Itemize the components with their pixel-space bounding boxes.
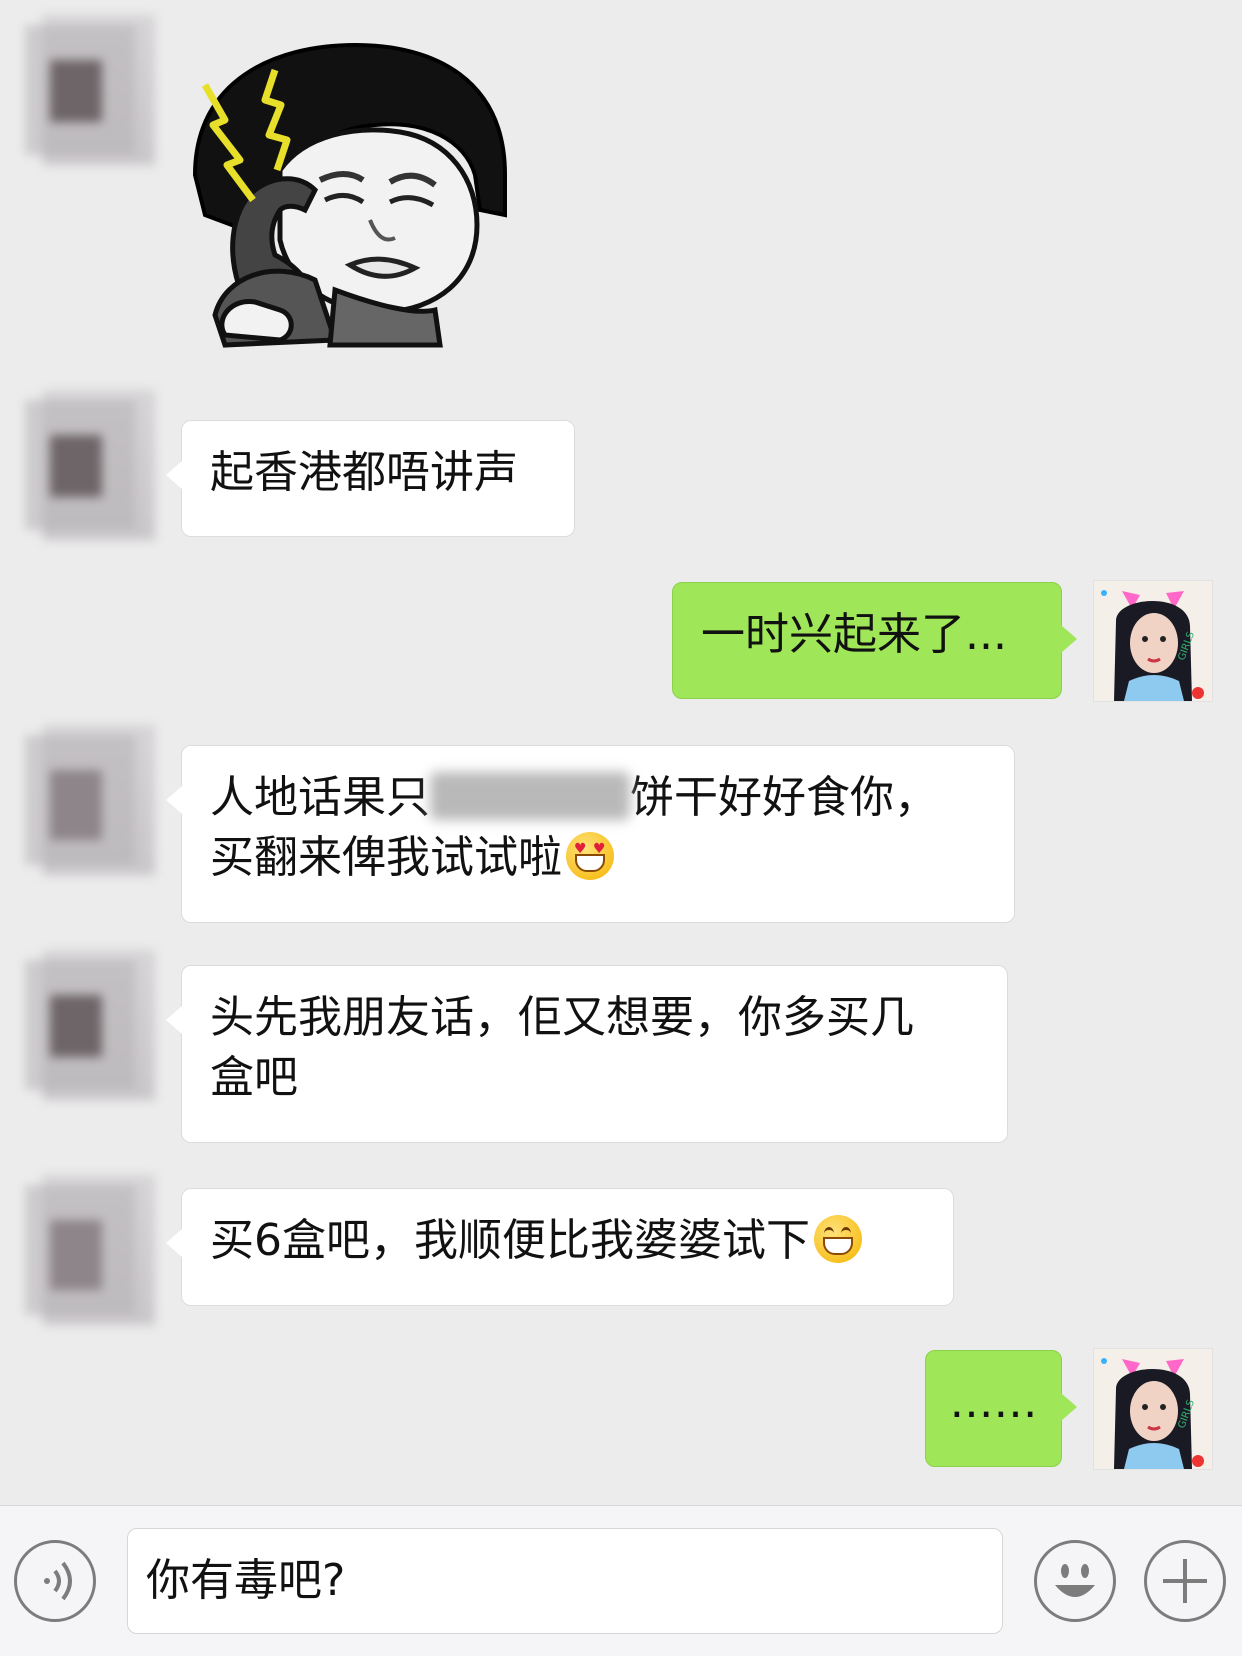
crying-bowlcut-phone-sticker[interactable] (185, 40, 525, 360)
heart-eyes-emoji: ♥ ♥ (566, 832, 614, 880)
message-text: …… (949, 1377, 1038, 1428)
message-text: 买翻来俾我试试啦 (210, 832, 562, 883)
contact-avatar[interactable] (5, 950, 155, 1100)
contact-avatar[interactable] (5, 15, 155, 165)
voice-icon (44, 1561, 72, 1601)
message-text: 盒吧 (210, 1052, 298, 1103)
contact-avatar[interactable] (5, 1175, 155, 1325)
message-input[interactable]: 你有毒吧? (127, 1528, 1003, 1634)
chat-history[interactable]: 起香港都唔讲声 一时兴起来了... GIRLS 人地话果只饼干好好食你， 买翻 (0, 0, 1242, 1505)
input-bar: 你有毒吧? (0, 1505, 1242, 1656)
emoji-button[interactable] (1034, 1540, 1116, 1622)
message-text: 起香港都唔讲声 (210, 447, 518, 498)
sent-message-bubble[interactable]: …… (925, 1350, 1077, 1467)
contact-avatar[interactable] (5, 725, 155, 875)
message-text: 一时兴起来了... (701, 609, 1007, 660)
received-message-bubble[interactable]: 起香港都唔讲声 (166, 420, 575, 537)
received-message-bubble[interactable]: 头先我朋友话，佢又想要，你多买几 盒吧 (166, 965, 1008, 1143)
message-text: 买6盒吧，我顺便比我婆婆试下 (210, 1215, 810, 1266)
redacted-text (430, 772, 630, 820)
message-text: 头先我朋友话，佢又想要，你多买几 (210, 992, 914, 1043)
grinning-emoji (814, 1215, 862, 1263)
received-message-bubble[interactable]: 买6盒吧，我顺便比我婆婆试下 (166, 1188, 954, 1306)
message-text: 人地话果只 (210, 772, 430, 823)
self-avatar[interactable]: GIRLS (1093, 1348, 1213, 1470)
profile-photo: GIRLS (1094, 1349, 1212, 1469)
more-button[interactable] (1144, 1540, 1226, 1622)
profile-photo: GIRLS (1094, 581, 1212, 701)
received-message-bubble[interactable]: 人地话果只 饼干好好食你， 买翻来俾我试试啦 ♥ ♥ (166, 745, 1015, 923)
sent-message-bubble[interactable]: 一时兴起来了... (672, 582, 1077, 699)
plus-icon (1163, 1559, 1207, 1603)
message-text: 饼干好好食你， (630, 772, 938, 823)
voice-button[interactable] (14, 1540, 96, 1622)
smiley-icon (1055, 1564, 1095, 1597)
contact-avatar[interactable] (5, 390, 155, 540)
self-avatar[interactable]: GIRLS (1093, 580, 1213, 702)
